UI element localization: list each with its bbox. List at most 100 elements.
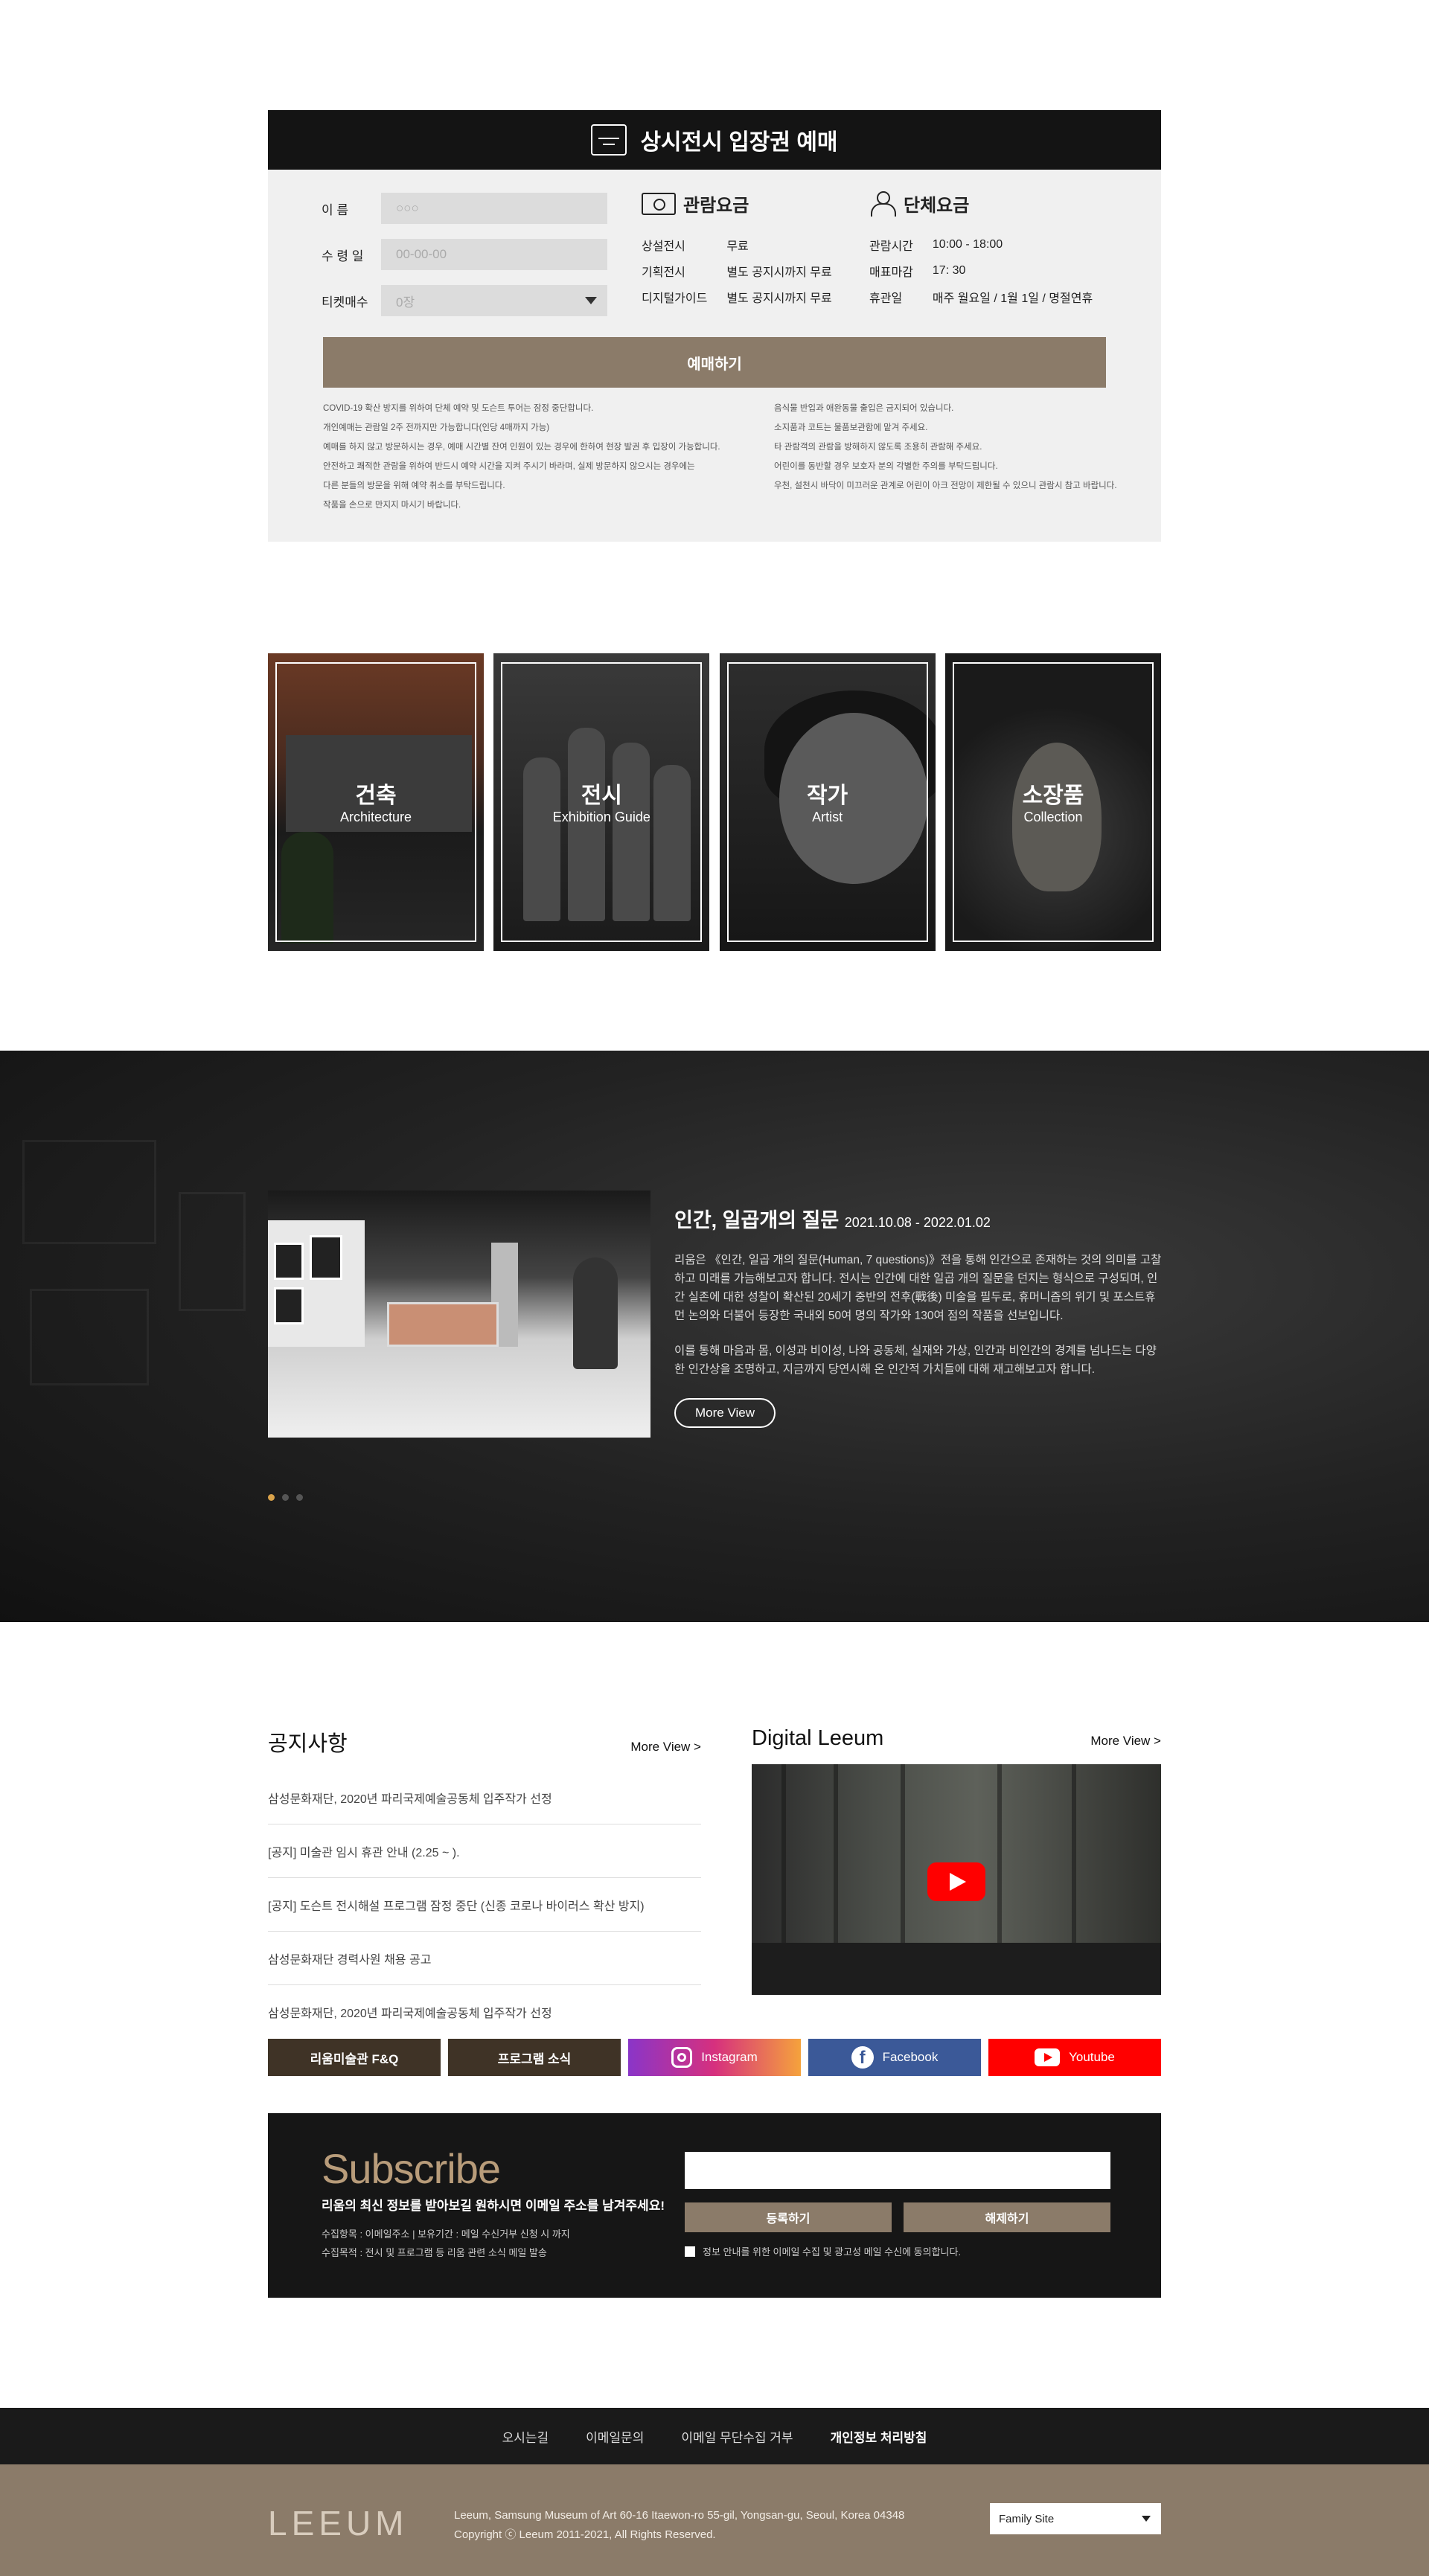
ticket-booking-panel: 상시전시 입장권 예매 이 름 ○○○ 수 령 일 00-00-00 티켓매수 … <box>268 110 1161 542</box>
fee-label: 상설전시 <box>642 240 685 253</box>
subscribe-info-line: 수집목적 : 전시 및 프로그램 등 리움 관련 소식 메일 발송 <box>322 2247 547 2258</box>
info-label: 관람시간 <box>869 240 913 253</box>
group-people-icon <box>869 190 896 217</box>
info-label: 휴관일 <box>869 292 903 305</box>
email-input[interactable] <box>685 2152 1110 2189</box>
footer-address-block: Leeum, Samsung Museum of Art 60-16 Itaew… <box>454 2506 904 2545</box>
category-subtitle: Artist <box>812 810 843 824</box>
category-card-architecture[interactable]: 건축 Architecture <box>268 653 484 951</box>
digital-title: Digital Leeum <box>752 1726 884 1750</box>
info-label: 매표마감 <box>869 266 913 279</box>
youtube-button[interactable]: Youtube <box>988 2039 1161 2076</box>
fee-label: 디지털가이드 <box>642 292 708 305</box>
slide-dot[interactable] <box>268 1494 275 1501</box>
notice-item[interactable]: [공지] 도슨트 전시해설 프로그램 잠정 중단 (신종 코로나 바이러스 확산… <box>268 1878 701 1932</box>
agree-row: 정보 안내를 위한 이메일 수집 및 광고성 메일 수신에 동의합니다. <box>685 2244 961 2258</box>
category-title: 작가 <box>807 784 848 808</box>
notice-item[interactable]: [공지] 미술관 임시 휴관 안내 (2.25 ~ ). <box>268 1824 701 1878</box>
ticket-count-select[interactable]: 0장 <box>381 285 607 316</box>
notes-left: COVID-19 확산 방지를 위하여 단체 예약 및 도슨트 투어는 잠정 중… <box>323 399 770 515</box>
subscribe-lead: 리움의 최신 정보를 받아보길 원하시면 이메일 주소를 남겨주세요! <box>322 2199 665 2213</box>
footer-address: Leeum, Samsung Museum of Art 60-16 Itaew… <box>454 2509 905 2522</box>
subscribe-info-line: 수집항목 : 이메일주소 | 보유기간 : 메일 수신거부 신청 시 까지 <box>322 2229 570 2240</box>
video-player[interactable] <box>752 1764 1161 1995</box>
note-line: 개인예매는 관람일 2주 전까지만 가능합니다(인당 4매까지 가능) <box>323 423 550 432</box>
admission-fees-title: 관람요금 <box>683 196 749 216</box>
notice-item[interactable]: 삼성문화재단 경력사원 채용 공고 <box>268 1932 701 1985</box>
agree-checkbox[interactable] <box>685 2246 695 2257</box>
note-line: 우천, 설천시 바닥이 미끄러운 관계로 어린이 아크 전망이 제한될 수 있으… <box>774 481 1117 490</box>
exhibition-dates: 2021.10.08 - 2022.01.02 <box>844 1215 991 1230</box>
exhibition-name: 인간, 일곱개의 질문 <box>674 1209 840 1231</box>
footer-link-email-inquiry[interactable]: 이메일문의 <box>586 2427 644 2446</box>
slide-dot[interactable] <box>282 1494 289 1501</box>
footer-nav: 오시는길 이메일문의 이메일 무단수집 거부 개인정보 처리방침 <box>0 2408 1429 2464</box>
exhibition-description: 리움은 《인간, 일곱 개의 질문(Human, 7 questions)》전을… <box>674 1254 1162 1322</box>
info-value: 매주 월요일 / 1월 1일 / 명절연휴 <box>932 292 1093 305</box>
admission-fees: 관람요금 상설전시 무료 기획전시 별도 공지시까지 무료 디지털가이드 별도 공지시… <box>642 190 865 310</box>
facebook-icon: f <box>851 2046 874 2069</box>
fee-label: 기획전시 <box>642 266 685 279</box>
category-subtitle: Architecture <box>339 810 412 824</box>
notice-section: 공지사항 More View > 삼성문화재단, 2020년 파리국제예술공동체… <box>268 1726 701 2039</box>
note-line: 다른 분들의 방문을 위해 예약 취소를 부탁드립니다. <box>323 481 505 490</box>
family-site-label: Family Site <box>999 2512 1055 2525</box>
fee-value: 별도 공지시까지 무료 <box>726 292 832 305</box>
book-button[interactable]: 예매하기 <box>323 337 1106 388</box>
facebook-label: Facebook <box>882 2050 939 2064</box>
notice-more-link[interactable]: More View > <box>630 1740 701 1755</box>
money-icon <box>642 192 676 215</box>
exhibition-info: 인간, 일곱개의 질문 2021.10.08 - 2022.01.02 리움은 … <box>674 1204 1166 1428</box>
fee-value: 무료 <box>726 240 749 253</box>
note-line: 안전하고 쾌적한 관람을 위하여 반드시 예약 시간을 지켜 주시기 바라며, … <box>323 462 695 471</box>
date-input[interactable]: 00-00-00 <box>381 239 607 270</box>
subscribe-info: 수집항목 : 이메일주소 | 보유기간 : 메일 수신거부 신청 시 까지 수집… <box>322 2225 570 2262</box>
category-card-artist[interactable]: 작가 Artist <box>719 653 936 951</box>
chevron-down-icon <box>1142 2516 1151 2522</box>
more-view-button[interactable]: More View <box>674 1398 776 1428</box>
booking-form: 이 름 ○○○ 수 령 일 00-00-00 티켓매수 0장 <box>322 192 619 330</box>
youtube-label: Youtube <box>1069 2050 1115 2064</box>
info-value: 10:00 - 18:00 <box>932 237 1003 251</box>
subscribe-panel: Subscribe 리움의 최신 정보를 받아보길 원하시면 이메일 주소를 남… <box>268 2113 1161 2298</box>
notice-item[interactable]: 삼성문화재단, 2020년 파리국제예술공동체 입주작가 선정 <box>268 1771 701 1824</box>
note-line: 예매를 하지 않고 방문하시는 경우, 예매 시간별 잔여 인원이 있는 경우에… <box>323 443 720 452</box>
ticket-icon <box>591 124 627 156</box>
faq-button[interactable]: 리움미술관 F&Q <box>268 2039 441 2076</box>
group-fees: 단체요금 관람시간 10:00 - 18:00 매표마감 17: 30 휴관일 매주 … <box>869 190 1122 310</box>
slide-dot[interactable] <box>296 1494 303 1501</box>
leeum-logo: LEEUM <box>268 2504 409 2543</box>
category-title: 소장품 <box>1022 784 1084 808</box>
footer-link-directions[interactable]: 오시는길 <box>502 2427 549 2446</box>
program-news-button[interactable]: 프로그램 소식 <box>448 2039 621 2076</box>
exhibition-description-2: 이를 통해 마음과 몸, 이성과 비이성, 나와 공동체, 실재와 가상, 인간… <box>674 1345 1157 1376</box>
notice-title: 공지사항 <box>268 1732 348 1756</box>
quick-links: 리움미술관 F&Q 프로그램 소식 Instagram f Facebook Y… <box>268 2039 1161 2076</box>
notice-item[interactable]: 삼성문화재단, 2020년 파리국제예술공동체 입주작가 선정 <box>268 1985 701 2039</box>
category-title: 전시 <box>581 784 622 808</box>
category-card-exhibition[interactable]: 전시 Exhibition Guide <box>493 653 710 951</box>
category-title: 건축 <box>355 784 397 808</box>
facebook-button[interactable]: f Facebook <box>808 2039 981 2076</box>
name-input[interactable]: ○○○ <box>381 193 607 224</box>
agree-label: 정보 안내를 위한 이메일 수집 및 광고성 메일 수신에 동의합니다. <box>703 2246 962 2258</box>
subscribe-title: Subscribe <box>322 2145 501 2192</box>
fee-value: 별도 공지시까지 무료 <box>726 266 832 279</box>
footer-link-email-refusal[interactable]: 이메일 무단수집 거부 <box>681 2427 793 2446</box>
unsubscribe-button[interactable]: 해제하기 <box>904 2202 1110 2232</box>
youtube-play-icon[interactable] <box>927 1862 985 1901</box>
date-label: 수 령 일 <box>322 249 364 263</box>
category-card-collection[interactable]: 소장품 Collection <box>944 653 1161 951</box>
family-site-select[interactable]: Family Site <box>990 2503 1161 2534</box>
ticket-count-value: 0장 <box>396 295 415 310</box>
note-line: COVID-19 확산 방지를 위하여 단체 예약 및 도슨트 투어는 잠정 중… <box>323 404 594 413</box>
digital-more-link[interactable]: More View > <box>1090 1734 1161 1749</box>
exhibition-banner: 인간, 일곱개의 질문 2021.10.08 - 2022.01.02 리움은 … <box>0 1051 1429 1622</box>
instagram-button[interactable]: Instagram <box>628 2039 801 2076</box>
footer-link-privacy[interactable]: 개인정보 처리방침 <box>831 2427 927 2446</box>
name-label: 이 름 <box>322 202 349 217</box>
register-button[interactable]: 등록하기 <box>685 2202 892 2232</box>
ticket-header: 상시전시 입장권 예매 <box>268 110 1161 170</box>
note-line: 음식물 반입과 애완동물 출입은 금지되어 있습니다. <box>774 404 954 413</box>
instagram-label: Instagram <box>701 2050 758 2064</box>
